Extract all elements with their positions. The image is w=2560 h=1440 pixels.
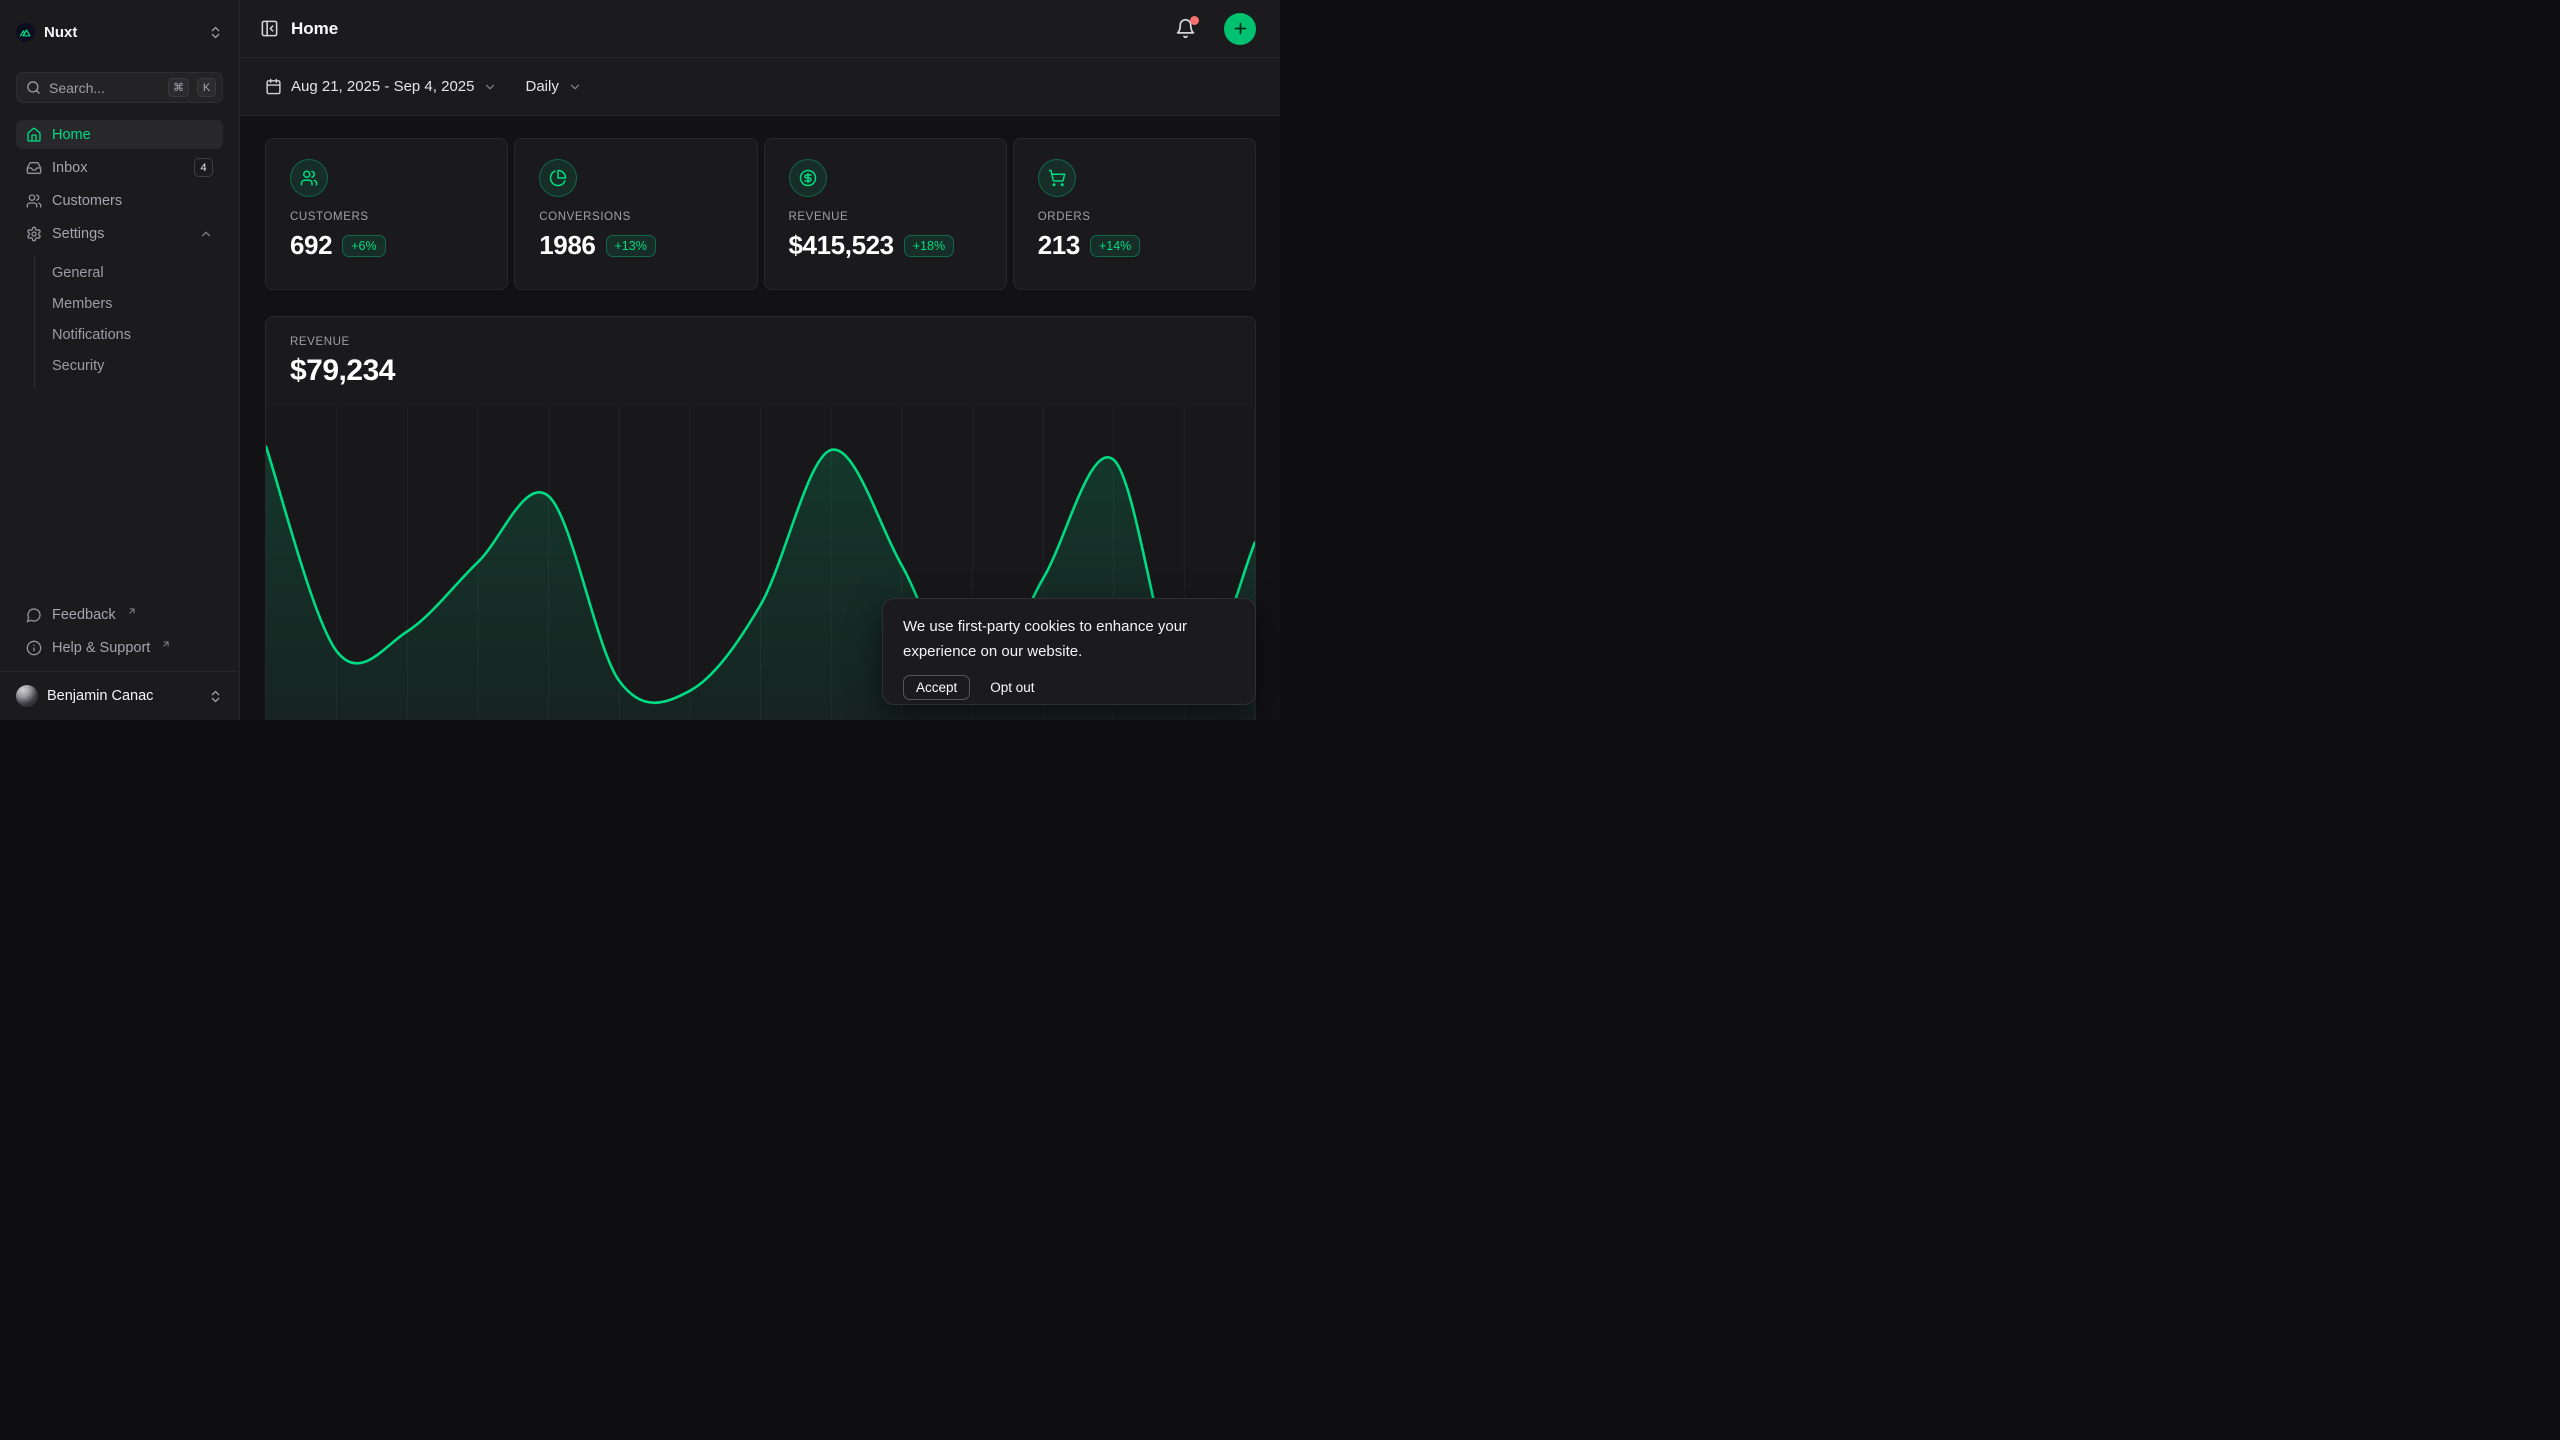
pie-chart-icon	[539, 159, 577, 197]
inbox-count-badge: 4	[194, 158, 213, 177]
sidebar-item-settings[interactable]: Settings	[16, 219, 223, 248]
nuxt-logo-icon	[16, 23, 35, 42]
sidebar: Nuxt Search... ⌘ K Home	[0, 0, 240, 720]
user-avatar	[16, 685, 38, 707]
settings-submenu: General Members Notifications Security	[34, 256, 223, 389]
users-icon	[290, 159, 328, 197]
date-range-value: Aug 21, 2025 - Sep 4, 2025	[291, 78, 474, 95]
stat-delta-badge: +6%	[342, 235, 385, 257]
stat-card-customers[interactable]: CUSTOMERS 692 +6%	[265, 138, 508, 290]
dashboard-app: Nuxt Search... ⌘ K Home	[0, 0, 1280, 720]
sidebar-item-security[interactable]: Security	[35, 352, 223, 380]
chevron-down-icon	[568, 80, 582, 94]
kbd-k: K	[197, 78, 216, 97]
page-title: Home	[291, 19, 1159, 39]
sidebar-item-home[interactable]: Home	[16, 120, 223, 149]
sidebar-item-customers[interactable]: Customers	[16, 186, 223, 215]
team-selector[interactable]: Nuxt	[16, 14, 223, 50]
info-circle-icon	[26, 640, 42, 656]
stat-card-conversions[interactable]: CONVERSIONS 1986 +13%	[514, 138, 757, 290]
stat-label: ORDERS	[1038, 211, 1231, 223]
stat-delta-badge: +14%	[1090, 235, 1140, 257]
user-name: Benjamin Canac	[47, 688, 199, 704]
chart-total: $79,234	[290, 354, 1231, 388]
stat-label: CONVERSIONS	[539, 211, 732, 223]
user-menu[interactable]: Benjamin Canac	[0, 671, 239, 720]
sidebar-collapse-button[interactable]	[260, 19, 279, 38]
sidebar-item-members[interactable]: Members	[35, 290, 223, 318]
stats-grid: CUSTOMERS 692 +6% CONVERSIONS 1986 +13%	[265, 138, 1256, 290]
inbox-icon	[26, 160, 42, 176]
circle-dollar-icon	[789, 159, 827, 197]
chevron-down-icon	[483, 80, 497, 94]
stat-value: $415,523	[789, 230, 894, 261]
shopping-cart-icon	[1038, 159, 1076, 197]
stat-value: 692	[290, 230, 332, 261]
cookie-message: We use first-party cookies to enhance yo…	[903, 615, 1235, 665]
sidebar-item-label: Settings	[52, 226, 104, 242]
chat-bubble-icon	[26, 607, 42, 623]
sidebar-item-inbox[interactable]: Inbox 4	[16, 153, 223, 182]
stat-delta-badge: +18%	[904, 235, 954, 257]
cookie-banner: We use first-party cookies to enhance yo…	[882, 598, 1256, 705]
granularity-value: Daily	[525, 78, 558, 95]
top-bar: Home	[240, 0, 1280, 58]
sidebar-item-label: Customers	[52, 193, 122, 209]
feedback-link[interactable]: Feedback	[16, 600, 223, 629]
search-placeholder: Search...	[49, 80, 160, 96]
gear-icon	[26, 226, 42, 242]
feedback-label: Feedback	[52, 607, 116, 623]
plus-icon	[1232, 20, 1249, 37]
sidebar-footer-links: Feedback Help & Support	[16, 600, 223, 662]
external-link-icon	[161, 639, 171, 649]
stat-value: 213	[1038, 230, 1080, 261]
sidebar-item-general[interactable]: General	[35, 259, 223, 287]
sidebar-item-label: Inbox	[52, 160, 87, 176]
stat-label: REVENUE	[789, 211, 982, 223]
date-range-picker[interactable]: Aug 21, 2025 - Sep 4, 2025	[265, 78, 497, 95]
notification-dot	[1190, 16, 1199, 25]
chevrons-up-down-icon	[208, 25, 223, 40]
external-link-icon	[127, 606, 137, 616]
sidebar-item-notifications[interactable]: Notifications	[35, 321, 223, 349]
chevron-up-icon	[199, 227, 213, 241]
stat-delta-badge: +13%	[606, 235, 656, 257]
search-icon	[26, 80, 41, 95]
sidebar-item-label: Home	[52, 127, 91, 143]
calendar-icon	[265, 78, 282, 95]
chevrons-up-down-icon	[208, 689, 223, 704]
panel-left-close-icon	[260, 19, 279, 38]
stat-card-orders[interactable]: ORDERS 213 +14%	[1013, 138, 1256, 290]
filter-toolbar: Aug 21, 2025 - Sep 4, 2025 Daily	[240, 58, 1280, 116]
help-support-link[interactable]: Help & Support	[16, 633, 223, 662]
kbd-cmd: ⌘	[168, 78, 189, 97]
granularity-select[interactable]: Daily	[525, 78, 581, 95]
stat-value: 1986	[539, 230, 595, 261]
stat-card-revenue[interactable]: REVENUE $415,523 +18%	[764, 138, 1007, 290]
notifications-button[interactable]	[1171, 14, 1200, 43]
help-support-label: Help & Support	[52, 640, 150, 656]
sidebar-nav: Home Inbox 4 Customers Setting	[16, 120, 223, 389]
users-icon	[26, 193, 42, 209]
home-icon	[26, 127, 42, 143]
optout-cookies-button[interactable]: Opt out	[984, 676, 1040, 699]
team-name: Nuxt	[44, 24, 199, 41]
stat-label: CUSTOMERS	[290, 211, 483, 223]
add-button[interactable]	[1224, 13, 1256, 45]
accept-cookies-button[interactable]: Accept	[903, 675, 970, 700]
chart-label: REVENUE	[290, 336, 1231, 348]
search-input[interactable]: Search... ⌘ K	[16, 72, 223, 103]
